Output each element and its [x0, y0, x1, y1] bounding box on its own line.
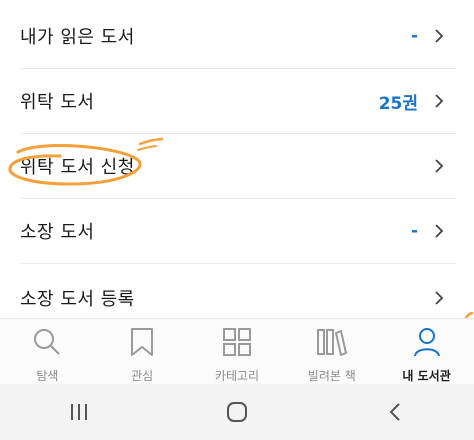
- bottom-tab-bar: 탐색 관심 카테고리 빌려본 책 내 도서관: [0, 318, 474, 385]
- tab-category[interactable]: 카테고리: [190, 319, 285, 385]
- menu-item-value: -: [410, 26, 418, 46]
- tab-search[interactable]: 탐색: [0, 319, 95, 385]
- tab-label: 카테고리: [214, 369, 260, 383]
- chevron-right-icon: [432, 156, 446, 176]
- menu-item-value: -: [410, 221, 418, 241]
- menu-item-label: 위탁 도서 신청: [20, 157, 135, 178]
- menu-item-label: 내가 읽은 도서: [20, 27, 135, 48]
- menu-item-label: 소장 도서 등록: [20, 289, 135, 310]
- search-icon: [32, 327, 62, 361]
- person-icon: [412, 327, 442, 361]
- menu-item-read-books[interactable]: 내가 읽은 도서 -: [0, 4, 474, 68]
- tab-borrowed[interactable]: 빌려본 책: [284, 319, 379, 385]
- menu-item-consigned-books[interactable]: 위탁 도서 25권: [0, 69, 474, 133]
- menu-item-value: 25권: [378, 93, 418, 114]
- menu-item-label: 위탁 도서: [20, 92, 95, 113]
- system-nav-bar: [0, 384, 474, 440]
- chevron-right-icon: [432, 26, 446, 46]
- tab-label: 관심: [131, 369, 154, 383]
- chevron-right-icon: [432, 91, 446, 111]
- chevron-right-icon: [432, 221, 446, 241]
- menu-item-label: 소장 도서: [20, 222, 95, 243]
- recent-apps-button[interactable]: [49, 392, 109, 432]
- home-icon: [227, 402, 247, 422]
- tab-label: 내 도서관: [402, 369, 451, 383]
- grid-icon: [222, 327, 252, 361]
- recent-apps-icon: [71, 404, 87, 420]
- back-icon: [389, 403, 400, 421]
- tab-label: 빌려본 책: [307, 369, 356, 383]
- menu-item-owned-books[interactable]: 소장 도서 -: [0, 199, 474, 263]
- tab-interest[interactable]: 관심: [95, 319, 190, 385]
- bookmark-icon: [129, 327, 155, 361]
- menu-item-consign-request[interactable]: 위탁 도서 신청: [0, 134, 474, 198]
- books-icon: [316, 327, 348, 361]
- divider: [20, 263, 456, 264]
- tab-label: 탐색: [36, 369, 59, 383]
- back-button[interactable]: [365, 392, 425, 432]
- chevron-right-icon: [432, 288, 446, 308]
- home-button[interactable]: [207, 392, 267, 432]
- tab-my-library[interactable]: 내 도서관: [379, 319, 474, 385]
